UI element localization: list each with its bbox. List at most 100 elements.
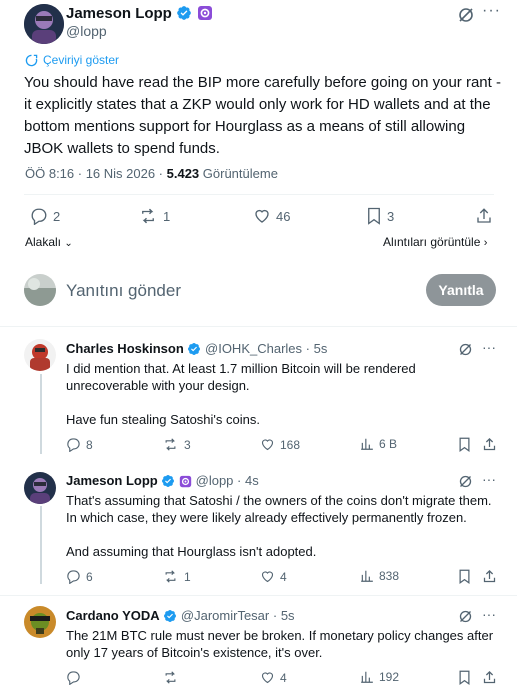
heart-icon xyxy=(255,209,269,223)
repost-action[interactable]: 1 xyxy=(162,569,191,584)
reply-text: The 21M BTC rule must never be broken. I… xyxy=(66,627,511,661)
more-options-icon[interactable]: ··· xyxy=(482,2,501,20)
own-avatar xyxy=(24,274,56,306)
reply-text-line: Have fun stealing Satoshi's coins. xyxy=(66,412,260,427)
reply-text-line: I did mention that. At least 1.7 million… xyxy=(66,361,416,376)
share-icon[interactable] xyxy=(482,569,497,584)
chevron-down-icon: ⌄ xyxy=(64,238,73,249)
author-name[interactable]: Charles Hoskinson xyxy=(66,341,184,356)
chevron-right-icon: › xyxy=(483,237,488,249)
repost-icon xyxy=(142,208,154,224)
avatar[interactable] xyxy=(24,606,56,638)
bookmark-icon[interactable] xyxy=(458,437,471,452)
reply-icon xyxy=(31,208,47,225)
share-icon[interactable] xyxy=(475,207,493,225)
like-action[interactable]: 168 xyxy=(260,437,300,452)
repost-count: 1 xyxy=(184,569,191,584)
like-count: 4 xyxy=(280,569,287,584)
reply-text-line: And assuming that Hourglass isn't adopte… xyxy=(66,544,317,559)
more-options-icon[interactable]: ··· xyxy=(482,339,496,355)
grok-icon[interactable] xyxy=(457,6,475,24)
views-action[interactable]: 838 xyxy=(360,569,399,583)
repost-count: 1 xyxy=(163,208,171,224)
like-count: 4 xyxy=(280,670,287,685)
avatar[interactable] xyxy=(24,472,56,504)
reply-action[interactable]: 2 xyxy=(30,207,60,225)
author-handle[interactable]: @lopp xyxy=(196,473,234,488)
post-time[interactable]: · 4s xyxy=(237,473,259,488)
author-handle[interactable]: @JaromirTesar xyxy=(181,608,269,623)
translate-icon xyxy=(25,54,38,66)
verified-badge-icon xyxy=(162,475,175,487)
views-count: 192 xyxy=(379,670,400,684)
verified-badge-icon xyxy=(188,343,201,355)
repost-count: 3 xyxy=(184,437,191,452)
reply-count: 8 xyxy=(86,437,93,452)
reply-action[interactable]: 8 xyxy=(66,437,93,452)
affiliate-badge-icon xyxy=(197,6,212,20)
avatar[interactable] xyxy=(24,4,64,44)
repost-action[interactable]: 1 xyxy=(138,207,170,225)
reply-text-line: In which case, they were likely already … xyxy=(66,510,467,525)
heart-icon xyxy=(261,571,274,583)
more-options-icon[interactable]: ··· xyxy=(482,606,496,622)
more-options-icon[interactable]: ··· xyxy=(482,471,496,487)
repost-action[interactable] xyxy=(162,670,184,685)
verified-badge-icon xyxy=(177,6,192,20)
author-name[interactable]: Jameson Lopp xyxy=(66,5,172,22)
share-icon[interactable] xyxy=(482,437,497,452)
translate-link[interactable]: Çeviriyi göster xyxy=(43,53,119,67)
reply-action[interactable] xyxy=(66,670,86,685)
like-action[interactable]: 4 xyxy=(260,670,287,685)
bookmark-icon[interactable] xyxy=(458,569,471,584)
author-name[interactable]: Jameson Lopp xyxy=(66,473,158,488)
bookmark-icon xyxy=(368,207,380,225)
avatar[interactable] xyxy=(24,339,56,371)
post-time[interactable]: ÖÖ 8:16 · 16 Nis 2026 · xyxy=(25,166,167,181)
analytics-icon xyxy=(361,438,373,450)
reply-icon xyxy=(67,438,80,452)
reply-icon xyxy=(67,570,80,584)
grok-icon[interactable] xyxy=(458,474,473,489)
post-text: You should have read the BIP more carefu… xyxy=(24,74,501,157)
reply-icon xyxy=(67,671,80,685)
reply-count: 6 xyxy=(86,569,93,584)
post-time[interactable]: · 5s xyxy=(273,608,295,623)
views-action[interactable]: 192 xyxy=(360,670,399,684)
sort-label: Alakalı xyxy=(25,235,62,249)
author-name[interactable]: Cardano YODA xyxy=(66,608,160,623)
reply-action[interactable]: 6 xyxy=(66,569,93,584)
like-count: 46 xyxy=(276,208,291,224)
analytics-icon xyxy=(361,671,373,683)
reply-text-line: The 21M BTC rule must never be broken. I… xyxy=(66,628,494,643)
view-quotes-link[interactable]: Alıntıları görüntüle › xyxy=(383,235,487,249)
like-action[interactable]: 4 xyxy=(260,569,287,584)
like-count: 168 xyxy=(280,437,301,452)
views-label: Görüntüleme xyxy=(199,166,278,181)
share-icon[interactable] xyxy=(482,670,497,685)
like-action[interactable]: 46 xyxy=(253,207,290,225)
bookmark-icon[interactable] xyxy=(458,670,471,685)
grok-icon[interactable] xyxy=(458,609,473,624)
reply-text-line: unrecoverable with your design. xyxy=(66,378,250,393)
views-count: 6 B xyxy=(379,437,398,451)
bookmark-action[interactable]: 3 xyxy=(366,207,394,225)
views-count: 838 xyxy=(379,569,400,583)
grok-icon[interactable] xyxy=(458,342,473,357)
post-time[interactable]: · 5s xyxy=(306,341,328,356)
reply-text-line: only 17 years of Bitcoin's existence, it… xyxy=(66,645,323,660)
views-action[interactable]: 6 B xyxy=(360,437,397,451)
reply-button[interactable]: Yanıtla xyxy=(426,274,496,306)
sort-relevant-dropdown[interactable]: Alakalı ⌄ xyxy=(25,235,73,249)
thread-line xyxy=(40,506,42,584)
thread-line xyxy=(40,374,42,454)
author-handle[interactable]: @lopp xyxy=(66,23,107,39)
reply-text: That's assuming that Satoshi / the owner… xyxy=(66,492,511,560)
repost-icon xyxy=(165,570,176,583)
repost-action[interactable]: 3 xyxy=(162,437,191,452)
author-handle[interactable]: @IOHK_Charles xyxy=(205,341,302,356)
affiliate-badge-icon xyxy=(179,475,192,488)
heart-icon xyxy=(261,439,274,451)
bookmark-count: 3 xyxy=(387,208,395,224)
reply-input[interactable]: Yanıtını gönder xyxy=(66,281,181,301)
